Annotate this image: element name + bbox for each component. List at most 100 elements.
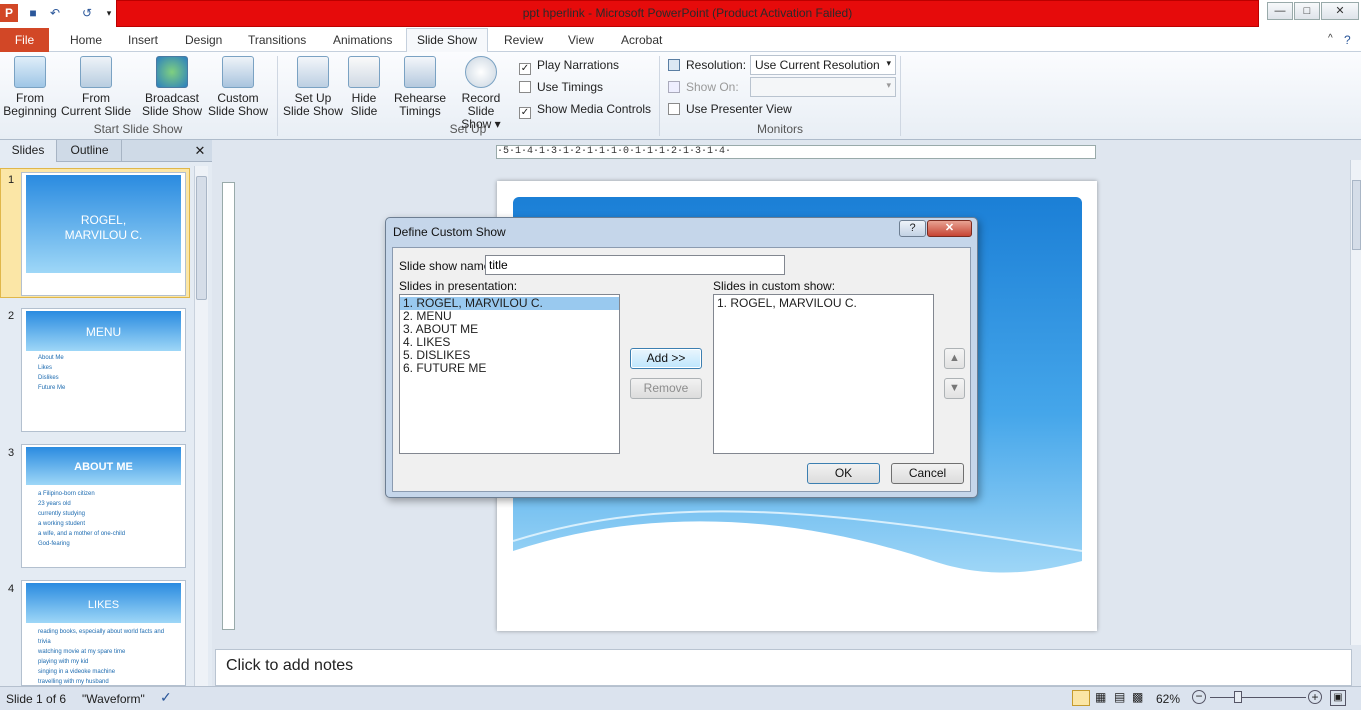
play-narrations-checkbox[interactable]: ✓ Play Narrations bbox=[519, 58, 619, 75]
resolution-label: Resolution: bbox=[668, 58, 746, 72]
tab-acrobat[interactable]: Acrobat bbox=[621, 33, 662, 47]
record-slide-show-button[interactable]: Record Slide Show ▾ bbox=[448, 56, 514, 131]
move-up-icon[interactable]: ▲ bbox=[944, 348, 965, 369]
close-pane-icon[interactable]: ✕ bbox=[190, 140, 210, 162]
tab-slides[interactable]: Slides bbox=[0, 140, 57, 162]
ribbon: From Beginning From Current Slide Broadcas… bbox=[0, 52, 1361, 140]
horizontal-ruler: ·5·1·4·1·3·1·2·1·1·1·0·1·1·1·2·1·3·1·4· bbox=[496, 145, 1096, 159]
from-beginning-button[interactable]: From Beginning bbox=[2, 56, 58, 118]
projector-icon bbox=[80, 56, 112, 88]
stopwatch-icon bbox=[465, 56, 497, 88]
tab-animations[interactable]: Animations bbox=[333, 33, 392, 47]
add-button[interactable]: Add >> bbox=[630, 348, 702, 369]
maximize-button[interactable]: □ bbox=[1294, 2, 1320, 20]
normal-view-icon[interactable] bbox=[1072, 690, 1090, 706]
slide-sorter-icon[interactable]: ▦ bbox=[1095, 690, 1106, 704]
slides-pane: Slides Outline ✕ 1 ROGEL, MARVILOU C. 2 … bbox=[0, 140, 212, 686]
notes-placeholder: Click to add notes bbox=[226, 657, 354, 674]
slide-thumbnail-4[interactable]: LIKES reading books, especially about wo… bbox=[21, 580, 186, 686]
show-name-label: Slide show name: bbox=[399, 259, 494, 273]
help-icon[interactable]: ? bbox=[1344, 33, 1351, 47]
cancel-button[interactable]: Cancel bbox=[891, 463, 964, 484]
notes-pane[interactable]: Click to add notes bbox=[215, 649, 1352, 686]
slides-pane-scrollbar[interactable] bbox=[194, 166, 208, 686]
minimize-button[interactable]: — bbox=[1267, 2, 1293, 20]
zoom-in-icon[interactable]: + bbox=[1308, 690, 1322, 704]
from-current-slide-button[interactable]: From Current Slide bbox=[60, 56, 132, 118]
list-item[interactable]: 6. FUTURE ME bbox=[400, 362, 619, 375]
tab-view[interactable]: View bbox=[568, 33, 594, 47]
dialog-title: Define Custom Show bbox=[393, 225, 506, 239]
tab-file[interactable]: File bbox=[0, 28, 49, 52]
slides-in-custom-show-label: Slides in custom show: bbox=[713, 279, 836, 293]
close-window-button[interactable]: ✕ bbox=[1321, 2, 1359, 20]
slide-count: Slide 1 of 6 bbox=[6, 692, 67, 706]
zoom-level[interactable]: 62% bbox=[1156, 692, 1180, 706]
custom-show-icon bbox=[222, 56, 254, 88]
show-media-controls-checkbox[interactable]: ✓ Show Media Controls bbox=[519, 102, 651, 119]
undo-icon[interactable]: ↶ bbox=[46, 4, 64, 22]
title-bar: P ■ ↶ ↺ ▾ ppt hperlink - Microsoft Power… bbox=[0, 0, 1361, 28]
tab-slide-show[interactable]: Slide Show bbox=[406, 28, 488, 53]
presentation-slides-list[interactable]: 1. ROGEL, MARVILOU C. 2. MENU 3. ABOUT M… bbox=[399, 294, 620, 454]
save-icon[interactable]: ■ bbox=[24, 4, 42, 22]
zoom-slider-thumb[interactable] bbox=[1234, 691, 1242, 703]
slide-thumbnail-1[interactable]: ROGEL, MARVILOU C. bbox=[21, 172, 186, 296]
move-down-icon[interactable]: ▼ bbox=[944, 378, 965, 399]
rehearse-timings-button[interactable]: Rehearse Timings bbox=[394, 56, 446, 118]
editor-scrollbar[interactable] bbox=[1350, 160, 1361, 645]
slide-thumbnail-3[interactable]: ABOUT ME a Filipino-born citizen 23 year… bbox=[21, 444, 186, 568]
remove-button[interactable]: Remove bbox=[630, 378, 702, 399]
show-on-dropdown[interactable]: ▾ bbox=[750, 77, 896, 97]
checkmark-icon: ✓ bbox=[519, 107, 531, 119]
broadcast-slide-show-button[interactable]: Broadcast Slide Show bbox=[140, 56, 204, 118]
use-presenter-view-checkbox[interactable]: Use Presenter View bbox=[668, 102, 792, 116]
resolution-dropdown[interactable]: Use Current Resolution ▾ bbox=[750, 55, 896, 75]
list-item[interactable]: 1. ROGEL, MARVILOU C. bbox=[714, 297, 933, 310]
tab-review[interactable]: Review bbox=[504, 33, 543, 47]
status-bar: Slide 1 of 6 "Waveform" ✓ ▦ ▤ ▩ 62% − + … bbox=[0, 686, 1361, 710]
slide-show-icon[interactable]: ▩ bbox=[1132, 690, 1143, 704]
globe-broadcast-icon bbox=[156, 56, 188, 88]
window-title: ppt hperlink - Microsoft PowerPoint (Pro… bbox=[522, 6, 853, 20]
zoom-slider[interactable] bbox=[1210, 697, 1306, 698]
setup-icon bbox=[297, 56, 329, 88]
hide-slide-button[interactable]: Hide Slide bbox=[346, 56, 382, 118]
checkmark-icon: ✓ bbox=[519, 63, 531, 75]
theme-name: "Waveform" bbox=[82, 692, 145, 706]
collapse-ribbon-icon[interactable]: ^ bbox=[1328, 33, 1333, 44]
tab-outline[interactable]: Outline bbox=[58, 140, 122, 162]
slide-thumbnail-2[interactable]: MENU About Me Likes Dislikes Future Me bbox=[21, 308, 186, 432]
monitor-icon bbox=[668, 81, 680, 93]
close-icon[interactable]: ✕ bbox=[927, 220, 972, 237]
group-monitors: Monitors bbox=[756, 122, 803, 136]
group-start-slide-show: Start Slide Show bbox=[93, 122, 183, 136]
wave-graphic bbox=[513, 510, 1082, 631]
powerpoint-logo-icon[interactable]: P bbox=[0, 4, 18, 22]
tab-design[interactable]: Design bbox=[185, 33, 222, 47]
tab-insert[interactable]: Insert bbox=[128, 33, 158, 47]
scrollbar-thumb[interactable] bbox=[1352, 180, 1361, 250]
chevron-down-icon: ▾ bbox=[886, 58, 891, 68]
vertical-ruler bbox=[222, 182, 235, 630]
define-custom-show-dialog: Define Custom Show ? ✕ Slide show name: … bbox=[385, 217, 978, 498]
zoom-out-icon[interactable]: − bbox=[1192, 690, 1206, 704]
scrollbar-thumb[interactable] bbox=[196, 176, 207, 300]
custom-show-slides-list[interactable]: 1. ROGEL, MARVILOU C. bbox=[713, 294, 934, 454]
show-name-input[interactable] bbox=[485, 255, 785, 275]
slides-in-presentation-label: Slides in presentation: bbox=[399, 279, 518, 293]
ok-button[interactable]: OK bbox=[807, 463, 880, 484]
set-up-slide-show-button[interactable]: Set Up Slide Show bbox=[282, 56, 344, 118]
help-icon[interactable]: ? bbox=[899, 220, 926, 237]
custom-slide-show-button[interactable]: Custom Slide Show bbox=[204, 56, 272, 118]
tab-home[interactable]: Home bbox=[70, 33, 102, 47]
reading-view-icon[interactable]: ▤ bbox=[1114, 690, 1125, 704]
fit-to-window-icon[interactable]: ▣ bbox=[1330, 690, 1346, 706]
use-timings-checkbox[interactable]: Use Timings bbox=[519, 80, 603, 94]
monitor-icon bbox=[668, 59, 680, 71]
tab-transitions[interactable]: Transitions bbox=[248, 33, 306, 47]
group-set-up: Set Up bbox=[449, 122, 487, 136]
redo-icon[interactable]: ↺ bbox=[78, 4, 96, 22]
ribbon-tabs: File Home Insert Design Transitions Anim… bbox=[0, 28, 1361, 53]
spell-check-icon[interactable]: ✓ bbox=[160, 689, 172, 706]
